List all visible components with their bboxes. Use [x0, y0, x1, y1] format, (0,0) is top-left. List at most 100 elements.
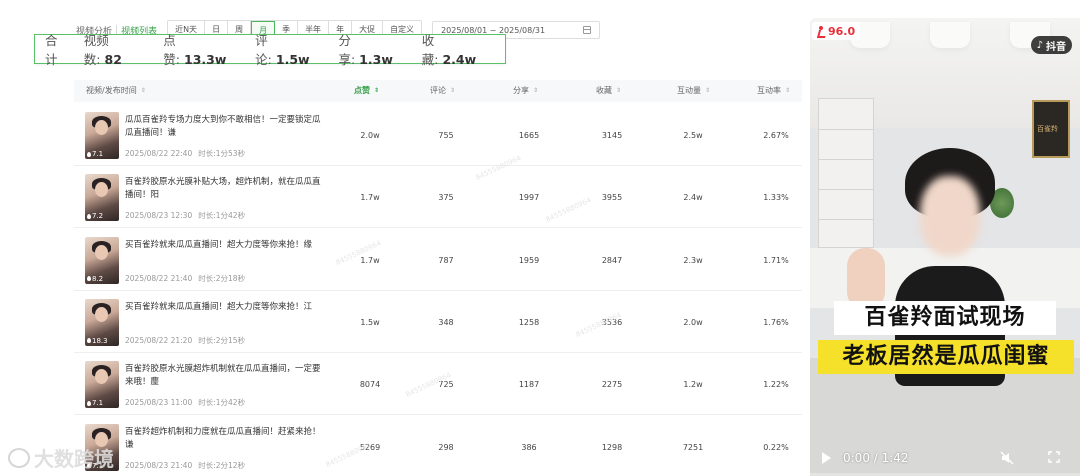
duration-label: 时长:	[198, 149, 216, 158]
header-video[interactable]: 视频/发布时间 ⇕	[86, 80, 146, 102]
table-row[interactable]: 18.3 买百雀羚就来瓜瓜直播间！超大力度等你来抢！江 2025/08/22 21:…	[74, 291, 802, 353]
header-likes[interactable]: 点赞 ⇕	[354, 80, 379, 102]
video-thumbnail[interactable]: 7.2	[85, 174, 119, 222]
video-meta: 2025/08/23 12:30 时长:1分42秒	[125, 210, 251, 221]
cell-interactions: 2.4w	[683, 193, 703, 203]
header-favorites[interactable]: 收藏 ⇕	[596, 80, 621, 102]
publish-date: 2025/08/22 21:20	[125, 335, 193, 345]
thumbnail-badge: 7.1	[87, 399, 103, 407]
cell-comments: 787	[438, 255, 454, 265]
header-interactions[interactable]: 互动量 ⇕	[677, 80, 710, 102]
table-row[interactable]: 7.1 瓜瓜百雀羚专场力度大到你不敢相信！一定要锁定瓜瓜直播间！谦 2025/08/…	[74, 104, 802, 182]
video-meta: 2025/08/22 21:20 时长:2分15秒	[125, 335, 251, 346]
video-title[interactable]: 买百雀羚就来瓜瓜直播间！超大力度等你来抢！缘	[125, 239, 325, 252]
video-player[interactable]: 百雀羚 百雀羚面试现场 老板居然是瓜瓜闺蜜 96.0 ♪ 抖音 0:00 / 1…	[810, 18, 1080, 476]
table-row[interactable]: 8.2 买百雀羚就来瓜瓜直播间！超大力度等你来抢！缘 2025/08/22 21:4…	[74, 229, 802, 291]
video-thumbnail[interactable]: 7.1	[85, 112, 119, 159]
sort-icon: ⇕	[533, 87, 539, 94]
cell-likes: 1.7w	[360, 193, 380, 203]
cell-comments: 298	[438, 442, 454, 452]
thumbnail-badge: 7.2	[87, 212, 103, 220]
sort-icon: ⇕	[140, 87, 146, 94]
duration-label: 时长:	[198, 460, 216, 470]
cell-favorites: 3145	[601, 131, 623, 140]
flame-icon	[87, 213, 91, 219]
video-time: 0:00 / 1:42	[843, 451, 909, 465]
cell-comments: 348	[438, 317, 454, 327]
video-controls: 0:00 / 1:42	[810, 440, 1080, 476]
calendar-icon	[583, 26, 592, 34]
cell-favorites: 2847	[601, 255, 623, 265]
store-logo-image: 百雀羚	[1032, 100, 1070, 158]
cell-shares: 1258	[518, 317, 540, 327]
duration-value: 1分42秒	[215, 398, 246, 408]
summary-favorites: 收藏: 2.4w	[421, 33, 477, 67]
cell-shares: 1959	[518, 255, 540, 265]
thumbnail-badge: 8.2	[87, 275, 103, 283]
cell-rate: 1.33%	[763, 193, 789, 203]
duration-value: 2分15秒	[215, 335, 246, 345]
table-row[interactable]: 7.2 百雀羚胶原水光膜补贴大场，超炸机制，就在瓜瓜直播间！阳 2025/08/23…	[74, 166, 802, 229]
cell-rate: 0.22%	[763, 442, 789, 452]
duration-label: 时长:	[198, 273, 216, 283]
cell-interactions: 1.2w	[683, 380, 703, 390]
cell-shares: 1997	[518, 193, 540, 203]
summary-tooltip: 合计 视频数: 82 点赞: 13.3w 评论: 1.5w 分享: 1.3w 收藏: 2.…	[34, 33, 506, 67]
table-header: 视频/发布时间 ⇕ 点赞 ⇕ 评论 ⇕ 分享 ⇕ 收藏 ⇕ 互动量 ⇕ 互动率 ⇕	[74, 80, 802, 102]
score-badge: 96.0	[812, 22, 861, 40]
header-comments[interactable]: 评论 ⇕	[430, 80, 455, 102]
video-title[interactable]: 买百雀羚就来瓜瓜直播间！超大力度等你来抢！江	[125, 301, 325, 314]
flame-icon	[87, 400, 91, 406]
cell-rate: 1.71%	[763, 255, 789, 265]
sort-icon: ⇕	[785, 87, 791, 94]
video-thumbnail[interactable]: 8.2	[85, 236, 119, 284]
video-title[interactable]: 百雀羚胶原水光膜超炸机制就在瓜瓜直播间，一定要来哦！麈	[125, 363, 325, 389]
publish-date: 2025/08/22 21:40	[125, 273, 193, 283]
cell-interactions: 2.3w	[683, 255, 703, 265]
duration-label: 时长:	[198, 398, 216, 408]
brand-logo-icon	[8, 447, 30, 468]
cell-comments: 375	[438, 193, 454, 203]
cell-favorites: 3955	[601, 193, 623, 203]
flame-icon	[87, 151, 91, 157]
duration-label: 时长:	[198, 211, 216, 221]
cell-shares: 386	[521, 442, 537, 452]
fullscreen-icon[interactable]	[1048, 451, 1060, 463]
header-shares[interactable]: 分享 ⇕	[513, 80, 538, 102]
video-thumbnail[interactable]: 18.3	[85, 298, 119, 346]
page: 视频分析 | 视频列表 近N天 日 周 月 季 半年 年 大促 自定义 2025…	[0, 0, 1080, 476]
running-icon	[817, 26, 825, 36]
duration-value: 2分18秒	[215, 273, 246, 283]
cell-rate: 2.67%	[763, 131, 789, 140]
summary-shares: 分享: 1.3w	[338, 33, 393, 67]
sort-icon: ⇕	[450, 87, 456, 94]
cell-interactions: 2.5w	[683, 131, 703, 140]
video-meta: 2025/08/23 21:40 时长:2分12秒	[125, 460, 251, 471]
duration-value: 1分53秒	[215, 149, 246, 158]
sort-icon: ⇕	[705, 87, 711, 94]
video-title[interactable]: 瓜瓜百雀羚专场力度大到你不敢相信！一定要锁定瓜瓜直播间！谦	[125, 114, 325, 140]
cell-comments: 755	[438, 131, 454, 140]
cell-favorites: 2275	[601, 380, 623, 390]
video-thumbnail[interactable]: 7.1	[85, 361, 119, 409]
cell-likes: 2.0w	[360, 131, 380, 140]
table-row[interactable]: 7.1 百雀羚超炸机制和力度就在瓜瓜直播间！赶紧来抢！谦 2025/08/23 21…	[74, 416, 802, 476]
header-rate[interactable]: 互动率 ⇕	[757, 80, 790, 102]
cell-likes: 8074	[359, 380, 381, 390]
summary-total-label: 合计	[45, 33, 58, 67]
publish-date: 2025/08/23 21:40	[125, 460, 193, 470]
sort-icon: ⇕	[616, 87, 622, 94]
video-meta: 2025/08/23 11:00 时长:1分42秒	[125, 397, 251, 408]
table-row[interactable]: 7.1 百雀羚胶原水光膜超炸机制就在瓜瓜直播间，一定要来哦！麈 2025/08/23…	[74, 353, 802, 416]
cell-favorites: 1298	[601, 442, 623, 452]
flame-icon	[87, 338, 91, 344]
video-title[interactable]: 百雀羚超炸机制和力度就在瓜瓜直播间！赶紧来抢！谦	[125, 426, 325, 452]
video-caption-line1: 百雀羚面试现场	[834, 301, 1056, 335]
cell-likes: 1.5w	[360, 317, 380, 327]
douyin-badge: ♪ 抖音	[1030, 36, 1072, 54]
publish-date: 2025/08/23 12:30	[125, 211, 193, 221]
play-icon[interactable]	[822, 452, 831, 464]
video-title[interactable]: 百雀羚胶原水光膜补贴大场，超炸机制，就在瓜瓜直播间！阳	[125, 176, 325, 202]
mute-icon[interactable]	[1000, 451, 1014, 465]
summary-comments: 评论: 1.5w	[255, 33, 310, 67]
